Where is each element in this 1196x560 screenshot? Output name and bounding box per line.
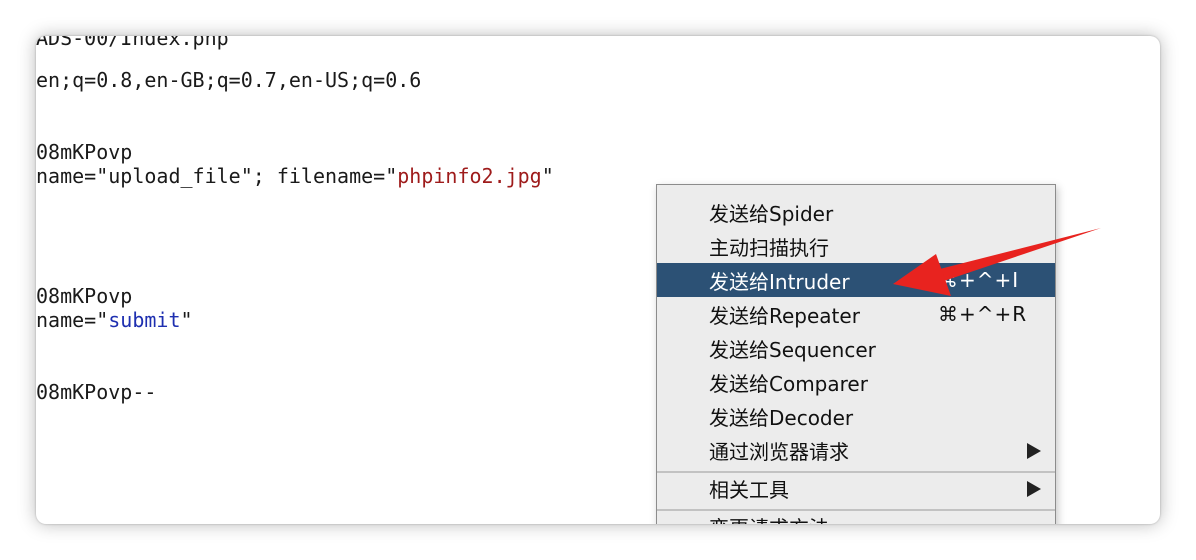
- menu-item-request-in-browser[interactable]: 通过浏览器请求: [657, 433, 1055, 467]
- boundary-end-line: 08mKPovp--: [36, 380, 157, 404]
- boundary-line: 08mKPovp: [36, 140, 133, 164]
- menu-item-shortcut: ⌘+^+R: [938, 302, 1028, 326]
- quote-close: ": [541, 164, 554, 188]
- menu-item-label: 变更请求方法: [709, 512, 829, 525]
- menu-item-label: 发送给Decoder: [709, 405, 854, 430]
- menu-item-label: 主动扫描执行: [709, 235, 829, 260]
- disposition-text: name=": [36, 308, 109, 332]
- accept-language-line: en;q=0.8,en-GB;q=0.7,en-US;q=0.6: [36, 68, 422, 92]
- menu-item-send-to-spider[interactable]: 发送给Spider: [657, 195, 1055, 229]
- triangle-right-icon: [1027, 443, 1041, 459]
- request-line-path: ADS-00/Index.php: [36, 36, 229, 50]
- menu-item-label: 相关工具: [709, 477, 789, 502]
- menu-item-label: 发送给Spider: [709, 201, 834, 226]
- menu-item-change-request-method[interactable]: 变更请求方法: [657, 509, 1055, 525]
- disposition-text: name="upload_file"; filename=": [36, 164, 398, 188]
- boundary-line: 08mKPovp: [36, 284, 133, 308]
- content-disposition-file-line: name="upload_file"; filename="phpinfo2.j…: [36, 164, 554, 188]
- menu-item-label: 发送给Sequencer: [709, 337, 876, 362]
- menu-item-send-to-intruder[interactable]: 发送给Intruder ⌘+^+I: [657, 263, 1055, 297]
- menu-item-label: 发送给Repeater: [709, 303, 860, 328]
- quote-close: ": [180, 308, 193, 332]
- menu-item-engagement-tools[interactable]: 相关工具: [657, 471, 1055, 505]
- filename-value: phpinfo2.jpg: [397, 164, 542, 188]
- menu-item-label: 通过浏览器请求: [709, 439, 849, 464]
- field-name-value: submit: [108, 308, 181, 332]
- menu-item-label: 发送给Comparer: [709, 371, 868, 396]
- menu-item-send-to-comparer[interactable]: 发送给Comparer: [657, 365, 1055, 399]
- context-menu: 发送给Spider 主动扫描执行 发送给Intruder ⌘+^+I 发送给Re…: [656, 184, 1056, 524]
- menu-item-active-scan[interactable]: 主动扫描执行: [657, 229, 1055, 263]
- menu-item-send-to-decoder[interactable]: 发送给Decoder: [657, 399, 1055, 433]
- triangle-right-icon: [1027, 481, 1041, 497]
- request-editor-window: ADS-00/Index.php en;q=0.8,en-GB;q=0.7,en…: [36, 36, 1160, 524]
- menu-item-send-to-repeater[interactable]: 发送给Repeater ⌘+^+R: [657, 297, 1055, 331]
- menu-item-send-to-sequencer[interactable]: 发送给Sequencer: [657, 331, 1055, 365]
- menu-item-shortcut: ⌘+^+I: [938, 268, 1020, 292]
- content-disposition-submit-line: name="submit": [36, 308, 193, 332]
- menu-item-label: 发送给Intruder: [709, 269, 850, 294]
